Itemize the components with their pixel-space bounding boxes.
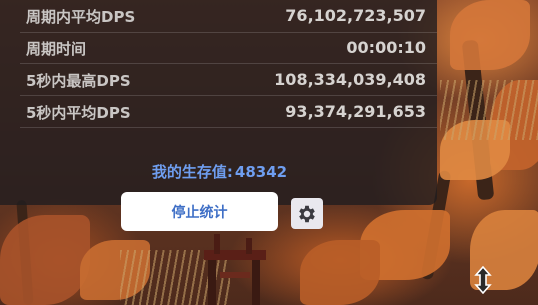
stat-value: 00:00:10 bbox=[346, 38, 426, 57]
stat-row-cycle-avg-dps: 周期内平均DPS 76,102,723,507 bbox=[0, 0, 437, 32]
stat-value: 76,102,723,507 bbox=[285, 6, 426, 25]
stat-label: 周期时间 bbox=[26, 40, 87, 58]
stat-label: 5秒内平均DPS bbox=[26, 104, 131, 122]
divider bbox=[20, 127, 437, 128]
stat-row-5s-avg-dps: 5秒内平均DPS 93,374,291,653 bbox=[0, 96, 437, 128]
stop-statistics-button[interactable]: 停止统计 bbox=[121, 192, 278, 231]
survival-value-text: 我的生存值: 48342 bbox=[0, 161, 437, 182]
stat-label: 5秒内最高DPS bbox=[26, 72, 131, 90]
cart-object bbox=[204, 234, 266, 305]
stat-label: 周期内平均DPS bbox=[26, 8, 136, 26]
survival-number: 48342 bbox=[234, 163, 288, 181]
settings-button[interactable] bbox=[291, 198, 323, 229]
stat-row-5s-max-dps: 5秒内最高DPS 108,334,039,408 bbox=[0, 64, 437, 96]
survival-label: 我的生存值: bbox=[151, 163, 233, 181]
dps-stats-panel: 周期内平均DPS 76,102,723,507 周期时间 00:00:10 5秒… bbox=[0, 0, 437, 205]
stat-row-cycle-time: 周期时间 00:00:10 bbox=[0, 32, 437, 64]
stat-value: 108,334,039,408 bbox=[274, 70, 426, 89]
stat-value: 93,374,291,653 bbox=[285, 102, 426, 121]
gear-icon bbox=[299, 205, 315, 222]
move-arrows-icon[interactable] bbox=[470, 266, 496, 294]
